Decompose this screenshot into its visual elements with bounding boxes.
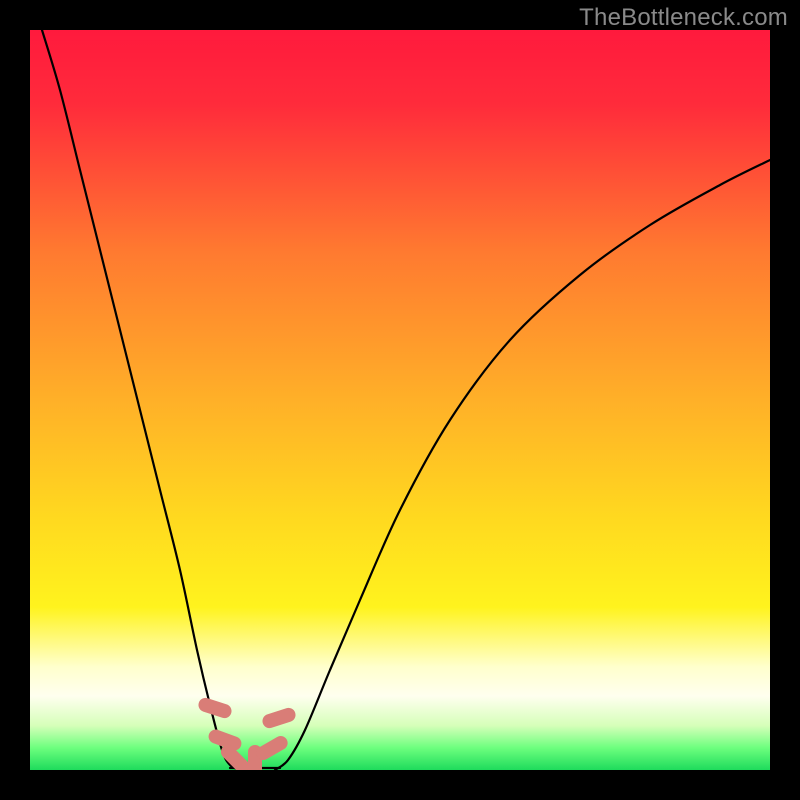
marker-0 (197, 696, 234, 720)
marker-5 (261, 706, 298, 730)
curve-right-curve (275, 160, 770, 770)
watermark-text: TheBottleneck.com (579, 4, 788, 32)
chart-frame: TheBottleneck.com (0, 0, 800, 800)
plot-area (30, 30, 770, 770)
marker-4 (254, 733, 290, 762)
curves-layer (30, 30, 770, 770)
curve-left-curve (42, 30, 240, 770)
